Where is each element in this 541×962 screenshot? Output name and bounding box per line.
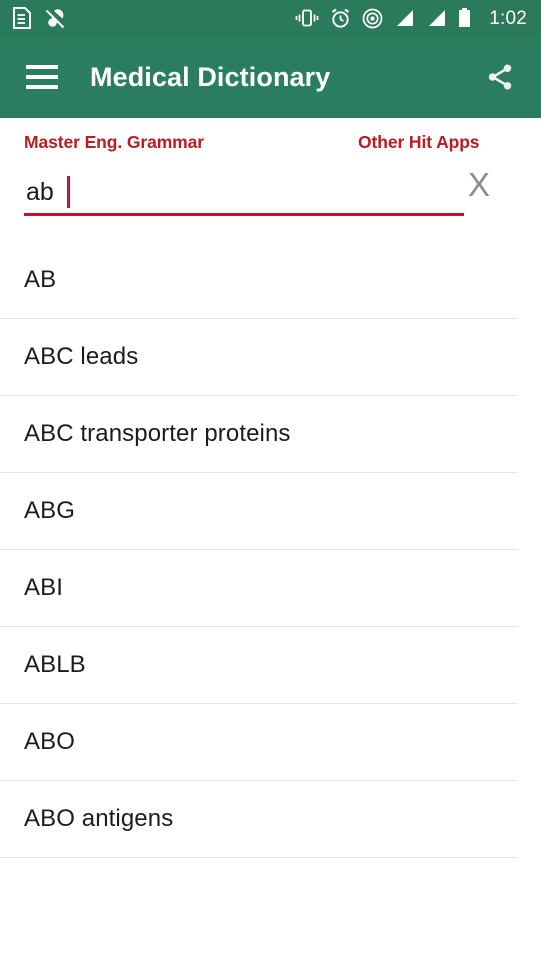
text-cursor: [67, 176, 70, 208]
app-bar: Medical Dictionary: [0, 36, 541, 118]
search-field-wrapper: [24, 170, 464, 218]
alarm-clock-icon: [332, 8, 350, 28]
app-root: 1:02 Medical Dictionary Master Eng. Gram…: [0, 0, 541, 962]
promo-link-other-apps[interactable]: Other Hit Apps: [358, 132, 480, 153]
promo-links-row: Master Eng. Grammar Other Hit Apps: [0, 118, 541, 166]
hotspot-icon: [362, 8, 383, 28]
status-bar-right-icons: 1:02: [295, 8, 527, 29]
status-bar: 1:02: [0, 0, 541, 36]
list-item-label: ABC transporter proteins: [24, 420, 291, 447]
list-item-label: ABG: [24, 497, 75, 524]
vibrate-icon: [295, 9, 319, 27]
share-button[interactable]: [481, 58, 519, 96]
content-area: Master Eng. Grammar Other Hit Apps X AB …: [0, 118, 541, 962]
list-item[interactable]: ABO antigens: [0, 781, 518, 858]
list-item-label: ABO antigens: [24, 805, 174, 832]
search-underline: [24, 213, 464, 216]
search-results-list: AB ABC leads ABC transporter proteins AB…: [0, 242, 541, 858]
status-time: 1:02: [489, 7, 527, 29]
hamburger-menu-icon[interactable]: [26, 65, 58, 89]
share-icon: [488, 64, 512, 90]
list-item[interactable]: ABO: [0, 704, 518, 781]
hamburger-bar-3: [26, 85, 58, 89]
list-item-label: ABI: [24, 574, 63, 601]
list-item[interactable]: ABC transporter proteins: [0, 396, 518, 473]
status-bar-left-icons: [12, 7, 67, 29]
clear-search-button[interactable]: X: [468, 168, 490, 201]
list-item[interactable]: ABLB: [0, 627, 518, 704]
search-row: X: [0, 168, 541, 228]
hamburger-bar-2: [26, 75, 58, 79]
list-item[interactable]: AB: [0, 242, 518, 319]
signal-bars-icon: [397, 9, 414, 26]
signal-bars-icon-2: [429, 9, 446, 26]
list-item[interactable]: ABC leads: [0, 319, 518, 396]
battery-icon: [459, 8, 471, 27]
hamburger-bar-1: [26, 65, 58, 69]
list-item-label: AB: [24, 266, 57, 293]
document-icon: [13, 7, 31, 29]
list-item-label: ABC leads: [24, 343, 139, 370]
sound-muted-icon: [45, 7, 67, 29]
search-input[interactable]: [24, 170, 464, 214]
list-item-label: ABO: [24, 728, 75, 755]
list-item[interactable]: ABI: [0, 550, 518, 627]
promo-link-grammar[interactable]: Master Eng. Grammar: [24, 132, 204, 153]
page-title: Medical Dictionary: [90, 61, 331, 92]
list-item[interactable]: ABG: [0, 473, 518, 550]
list-item-label: ABLB: [24, 651, 86, 678]
